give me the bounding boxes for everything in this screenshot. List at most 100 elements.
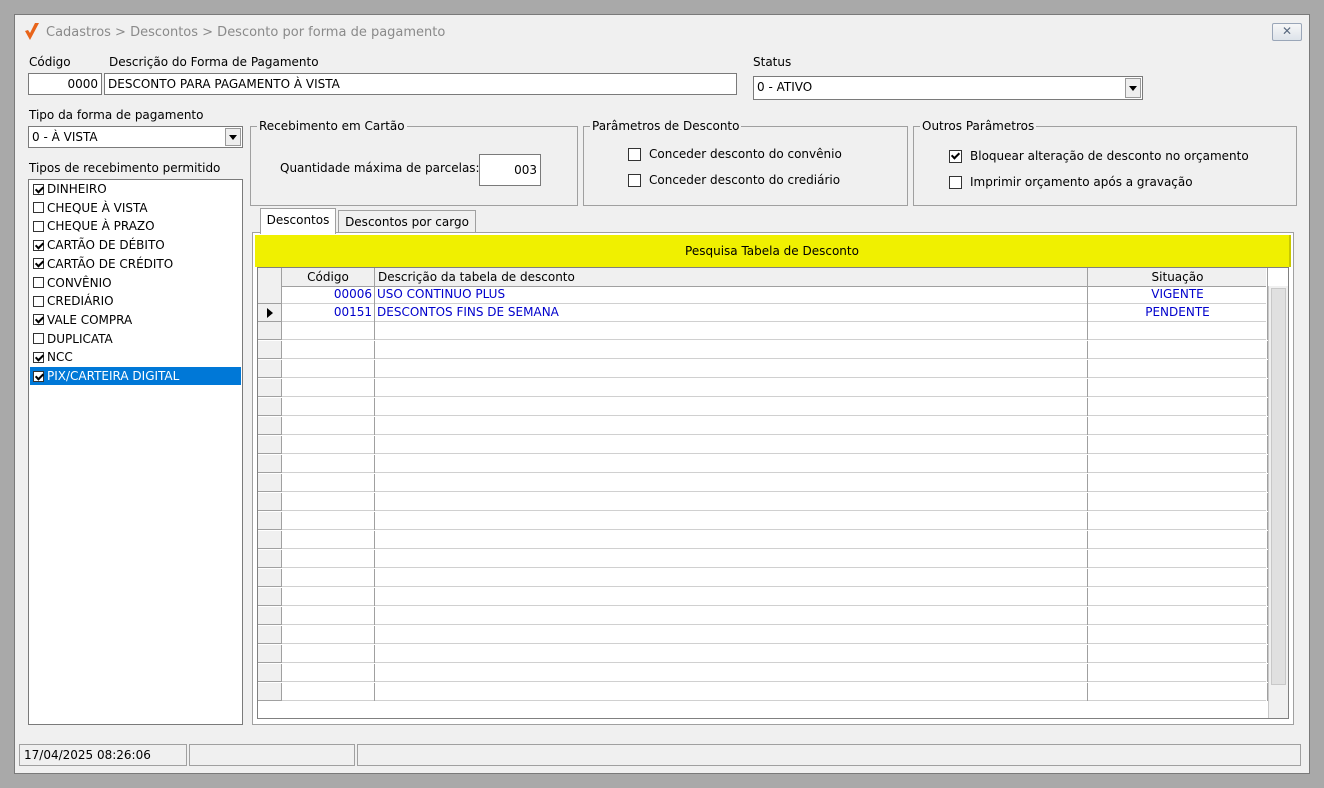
row-indicator[interactable] <box>258 531 282 549</box>
row-indicator[interactable] <box>258 664 282 682</box>
cell-codigo[interactable] <box>282 607 375 625</box>
row-indicator[interactable] <box>258 569 282 587</box>
cell-codigo[interactable] <box>282 379 375 397</box>
table-row-empty[interactable] <box>258 379 1268 397</box>
cell-descricao[interactable] <box>375 512 1088 530</box>
list-item[interactable]: DINHEIRO <box>30 180 241 198</box>
checkbox[interactable] <box>33 351 44 363</box>
bloquear-alteracao-checkbox[interactable]: Bloquear alteração de desconto no orçame… <box>949 149 1249 163</box>
row-indicator[interactable] <box>258 379 282 397</box>
cell-situacao[interactable] <box>1088 512 1268 530</box>
cell-situacao[interactable] <box>1088 493 1268 511</box>
cell-descricao[interactable] <box>375 607 1088 625</box>
table-row-empty[interactable] <box>258 626 1268 644</box>
codigo-input[interactable]: 0000 <box>28 73 102 95</box>
checkbox[interactable] <box>628 173 641 187</box>
row-indicator[interactable] <box>258 550 282 568</box>
cell-codigo[interactable] <box>282 341 375 359</box>
table-row-empty[interactable] <box>258 455 1268 473</box>
table-row-empty[interactable] <box>258 512 1268 530</box>
row-indicator[interactable] <box>258 455 282 473</box>
cell-situacao[interactable] <box>1088 436 1268 454</box>
cell-descricao[interactable] <box>375 626 1088 644</box>
checkbox[interactable] <box>33 295 44 307</box>
scroll-thumb[interactable] <box>1271 288 1286 685</box>
list-item[interactable]: CHEQUE À VISTA <box>30 199 241 217</box>
cell-codigo[interactable] <box>282 455 375 473</box>
cell-situacao[interactable] <box>1088 455 1268 473</box>
cell-codigo[interactable] <box>282 683 375 701</box>
cell-descricao[interactable]: DESCONTOS FINS DE SEMANA <box>375 304 1088 322</box>
cell-situacao[interactable] <box>1088 550 1268 568</box>
checkbox[interactable] <box>33 258 44 270</box>
cell-situacao[interactable] <box>1088 683 1268 701</box>
checkbox[interactable] <box>33 183 44 195</box>
cell-descricao[interactable] <box>375 493 1088 511</box>
row-indicator[interactable] <box>258 322 282 340</box>
table-row-empty[interactable] <box>258 645 1268 663</box>
checkbox[interactable] <box>33 277 44 288</box>
cell-codigo[interactable] <box>282 550 375 568</box>
table-row-empty[interactable] <box>258 531 1268 549</box>
cell-codigo[interactable] <box>282 474 375 492</box>
cell-situacao[interactable] <box>1088 664 1268 682</box>
list-item[interactable]: NCC <box>30 348 241 366</box>
chevron-down-icon[interactable] <box>225 128 241 146</box>
row-indicator[interactable] <box>258 474 282 492</box>
list-item[interactable]: VALE COMPRA <box>30 311 241 329</box>
list-item[interactable]: CHEQUE À PRAZO <box>30 217 241 235</box>
cell-situacao[interactable] <box>1088 531 1268 549</box>
cell-situacao[interactable] <box>1088 360 1268 378</box>
list-item[interactable]: CREDIÁRIO <box>30 292 241 310</box>
row-indicator[interactable] <box>258 626 282 644</box>
table-row-empty[interactable] <box>258 436 1268 454</box>
cell-situacao[interactable] <box>1088 588 1268 606</box>
list-item[interactable]: DUPLICATA <box>30 330 241 348</box>
tipos-recebimento-list[interactable]: DINHEIRO CHEQUE À VISTA CHEQUE À PRAZO C… <box>28 179 243 725</box>
tipo-forma-select[interactable]: 0 - À VISTA <box>28 126 243 148</box>
cell-descricao[interactable]: USO CONTINUO PLUS <box>375 286 1088 304</box>
cell-descricao[interactable] <box>375 341 1088 359</box>
row-indicator[interactable] <box>258 360 282 378</box>
table-row-empty[interactable] <box>258 474 1268 492</box>
cell-situacao[interactable] <box>1088 474 1268 492</box>
table-row-empty[interactable] <box>258 550 1268 568</box>
row-indicator[interactable] <box>258 607 282 625</box>
checkbox[interactable] <box>949 149 962 163</box>
table-row-empty[interactable] <box>258 341 1268 359</box>
row-indicator[interactable] <box>258 436 282 454</box>
table-row-empty[interactable] <box>258 607 1268 625</box>
cell-descricao[interactable] <box>375 664 1088 682</box>
cell-descricao[interactable] <box>375 588 1088 606</box>
discount-table[interactable]: Código Descrição da tabela de desconto S… <box>257 267 1289 719</box>
checkbox[interactable] <box>33 202 44 214</box>
vertical-scrollbar[interactable] <box>1268 286 1288 718</box>
checkbox[interactable] <box>33 239 44 251</box>
row-indicator[interactable] <box>258 512 282 530</box>
cell-descricao[interactable] <box>375 550 1088 568</box>
table-row-empty[interactable] <box>258 588 1268 606</box>
tab-descontos-por-cargo[interactable]: Descontos por cargo <box>338 210 476 234</box>
cell-situacao[interactable]: PENDENTE <box>1088 304 1268 322</box>
table-row-empty[interactable] <box>258 683 1268 701</box>
cell-codigo[interactable] <box>282 493 375 511</box>
table-row-empty[interactable] <box>258 664 1268 682</box>
table-row-empty[interactable] <box>258 360 1268 378</box>
cell-descricao[interactable] <box>375 645 1088 663</box>
cell-situacao[interactable] <box>1088 569 1268 587</box>
column-header-descricao[interactable]: Descrição da tabela de desconto <box>375 268 1088 286</box>
status-select[interactable]: 0 - ATIVO <box>753 76 1143 100</box>
cell-descricao[interactable] <box>375 569 1088 587</box>
column-header-codigo[interactable]: Código <box>282 268 375 286</box>
cell-codigo[interactable] <box>282 531 375 549</box>
cell-codigo[interactable] <box>282 398 375 416</box>
cell-situacao[interactable] <box>1088 417 1268 435</box>
cell-codigo[interactable] <box>282 569 375 587</box>
cell-situacao[interactable] <box>1088 322 1268 340</box>
checkbox[interactable] <box>33 314 44 326</box>
cell-codigo[interactable] <box>282 645 375 663</box>
row-indicator[interactable] <box>258 341 282 359</box>
search-table-bar[interactable]: Pesquisa Tabela de Desconto <box>255 235 1291 267</box>
cell-descricao[interactable] <box>375 436 1088 454</box>
cell-codigo[interactable] <box>282 588 375 606</box>
